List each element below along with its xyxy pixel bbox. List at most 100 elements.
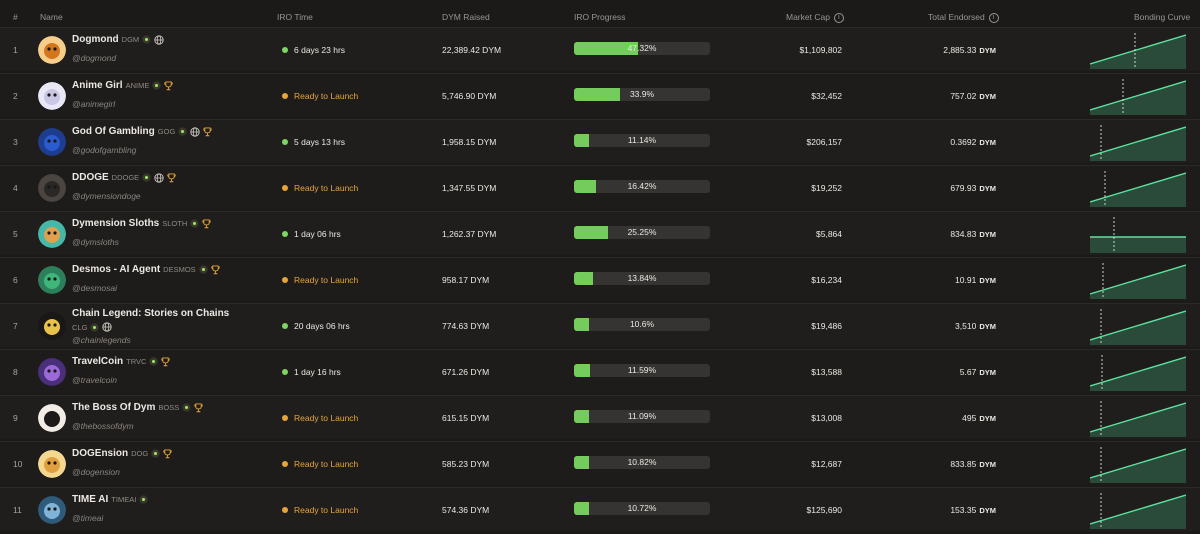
token-avatar[interactable] [38,404,66,432]
total-endorsed-unit: DYM [979,184,996,193]
dym-raised: 958.17 DYM [442,275,490,285]
token-handle[interactable]: @dogension [72,467,120,477]
table-row[interactable]: 3 God Of Gambling GOG @godofgambling 5 days … [0,119,1200,163]
row-index: 5 [13,229,18,239]
row-index: 6 [13,275,18,285]
token-name[interactable]: DDOGE [72,172,109,183]
curve-area [1090,127,1186,161]
row-index: 7 [13,321,18,331]
total-endorsed: 757.02 DYM [950,91,996,101]
token-avatar[interactable] [38,496,66,524]
token-avatar[interactable] [38,220,66,248]
token-name-line[interactable]: Anime Girl ANIME [72,80,174,91]
token-name-line[interactable]: TIME AI TIMEAI [72,494,149,505]
col-total-endorsed-header[interactable]: Total Endorsed i [928,12,999,23]
iro-progress-bar: 33.9% [574,88,710,101]
token-handle[interactable]: @godofgambling [72,145,136,155]
verified-dot-icon [182,403,192,412]
token-avatar[interactable] [38,36,66,64]
token-name-line[interactable]: TravelCoin TRVC [72,356,171,367]
token-handle[interactable]: @dymensiondoge [72,191,141,201]
token-name[interactable]: Chain Legend: Stories on Chains [72,308,229,319]
total-endorsed-unit: DYM [979,460,996,469]
token-avatar[interactable] [38,174,66,202]
row-index: 11 [13,505,22,515]
curve-area [1090,173,1186,207]
dym-raised: 671.26 DYM [442,367,490,377]
col-dym-raised-header[interactable]: DYM Raised [442,12,490,22]
token-name[interactable]: Dymension Sloths [72,218,159,229]
table-row[interactable]: 5 Dymension Sloths SLOTH @dymsloths 1 day 06… [0,211,1200,255]
curve-area [1090,311,1186,345]
total-endorsed: 833.85 DYM [950,459,996,469]
table-row[interactable]: 7 CLG Chain Legend: Stories on Chains @chai… [0,303,1200,347]
token-avatar[interactable] [38,358,66,386]
token-avatar[interactable] [38,128,66,156]
globe-icon[interactable] [154,34,164,45]
globe-icon[interactable] [102,322,113,332]
token-name-line[interactable]: DOGEnsion DOG [72,448,172,459]
token-handle[interactable]: @dogmond [72,53,116,63]
token-ticker: TRVC [126,357,147,366]
iro-time-text: Ready to Launch [294,413,359,423]
total-endorsed: 0.3692 DYM [950,137,996,147]
token-name-line[interactable]: Desmos - AI Agent DESMOS [72,264,220,275]
total-endorsed: 2,885.33 DYM [943,45,996,55]
token-handle[interactable]: @chainlegends [72,335,131,345]
table-row[interactable]: 4 DDOGE DDOGE @dymensiondoge Ready to Launch… [0,165,1200,209]
col-name-header[interactable]: Name [40,12,63,22]
table-row[interactable]: 10 DOGEnsion DOG @dogension Ready to Launch 5… [0,441,1200,485]
total-endorsed: 10.91 DYM [955,275,996,285]
globe-icon[interactable] [154,172,164,183]
col-market-cap-header[interactable]: Market Cap i [786,12,844,23]
token-name[interactable]: DOGEnsion [72,448,128,459]
token-name-line[interactable]: God Of Gambling GOG [72,126,213,137]
token-avatar[interactable] [38,312,66,340]
info-icon[interactable]: i [988,12,999,23]
token-name[interactable]: TIME AI [72,494,108,505]
info-icon[interactable]: i [833,12,844,23]
verified-dot-icon [142,173,152,182]
table-row[interactable]: 6 Desmos - AI Agent DESMOS @desmosai Ready t… [0,257,1200,301]
table-row[interactable]: 11 TIME AI TIMEAI @timeai Ready to Launch 574… [0,487,1200,531]
token-handle[interactable]: @dymsloths [72,237,119,247]
token-name[interactable]: The Boss Of Dym [72,402,155,413]
col-iro-time-header[interactable]: IRO Time [277,12,313,22]
token-name-line[interactable]: The Boss Of Dym BOSS [72,402,203,413]
token-handle[interactable]: @timeai [72,513,103,523]
market-cap: $12,687 [811,459,842,469]
col-iro-progress-header[interactable]: IRO Progress [574,12,626,22]
token-handle[interactable]: @desmosai [72,283,117,293]
market-cap: $16,234 [811,275,842,285]
iro-progress-label: 13.84% [627,273,657,283]
token-name-line[interactable]: Chain Legend: Stories on Chains [72,308,229,319]
table-row[interactable]: 8 TravelCoin TRVC @travelcoin 1 day 16 hrs 67… [0,349,1200,393]
token-name[interactable]: Anime Girl [72,80,123,91]
globe-icon[interactable] [190,126,200,137]
token-handle[interactable]: @thebossofdym [72,421,134,431]
token-name-line[interactable]: DDOGE DDOGE [72,172,176,183]
dym-raised: 615.15 DYM [442,413,490,423]
total-endorsed-value: 2,885.33 [943,45,977,55]
token-name[interactable]: God Of Gambling [72,126,155,137]
token-handle[interactable]: @travelcoin [72,375,117,385]
token-handle[interactable]: @animegirl [72,99,115,109]
table-row[interactable]: 1 Dogmond DGM @dogmond 6 days 23 hrs 22,389.4… [0,27,1200,71]
ready-status-dot [282,277,288,283]
bonding-curve-chart [1090,447,1186,483]
token-name[interactable]: Dogmond [72,34,119,45]
token-name-line[interactable]: Dymension Sloths SLOTH [72,218,211,229]
table-row[interactable]: 2 Anime Girl ANIME @animegirl Ready to Launc… [0,73,1200,117]
iro-time-text: Ready to Launch [294,183,359,193]
total-endorsed-value: 834.83 [950,229,977,239]
token-name-line[interactable]: Dogmond DGM [72,34,164,45]
token-ticker: ANIME [125,81,150,90]
token-avatar[interactable] [38,266,66,294]
token-name[interactable]: Desmos - AI Agent [72,264,160,275]
table-row[interactable]: 9 The Boss Of Dym BOSS @thebossofdym Ready t… [0,395,1200,439]
token-name[interactable]: TravelCoin [72,356,123,367]
row-index: 8 [13,367,18,377]
token-avatar[interactable] [38,82,66,110]
token-avatar[interactable] [38,450,66,478]
total-endorsed: 3,510 DYM [955,321,996,331]
